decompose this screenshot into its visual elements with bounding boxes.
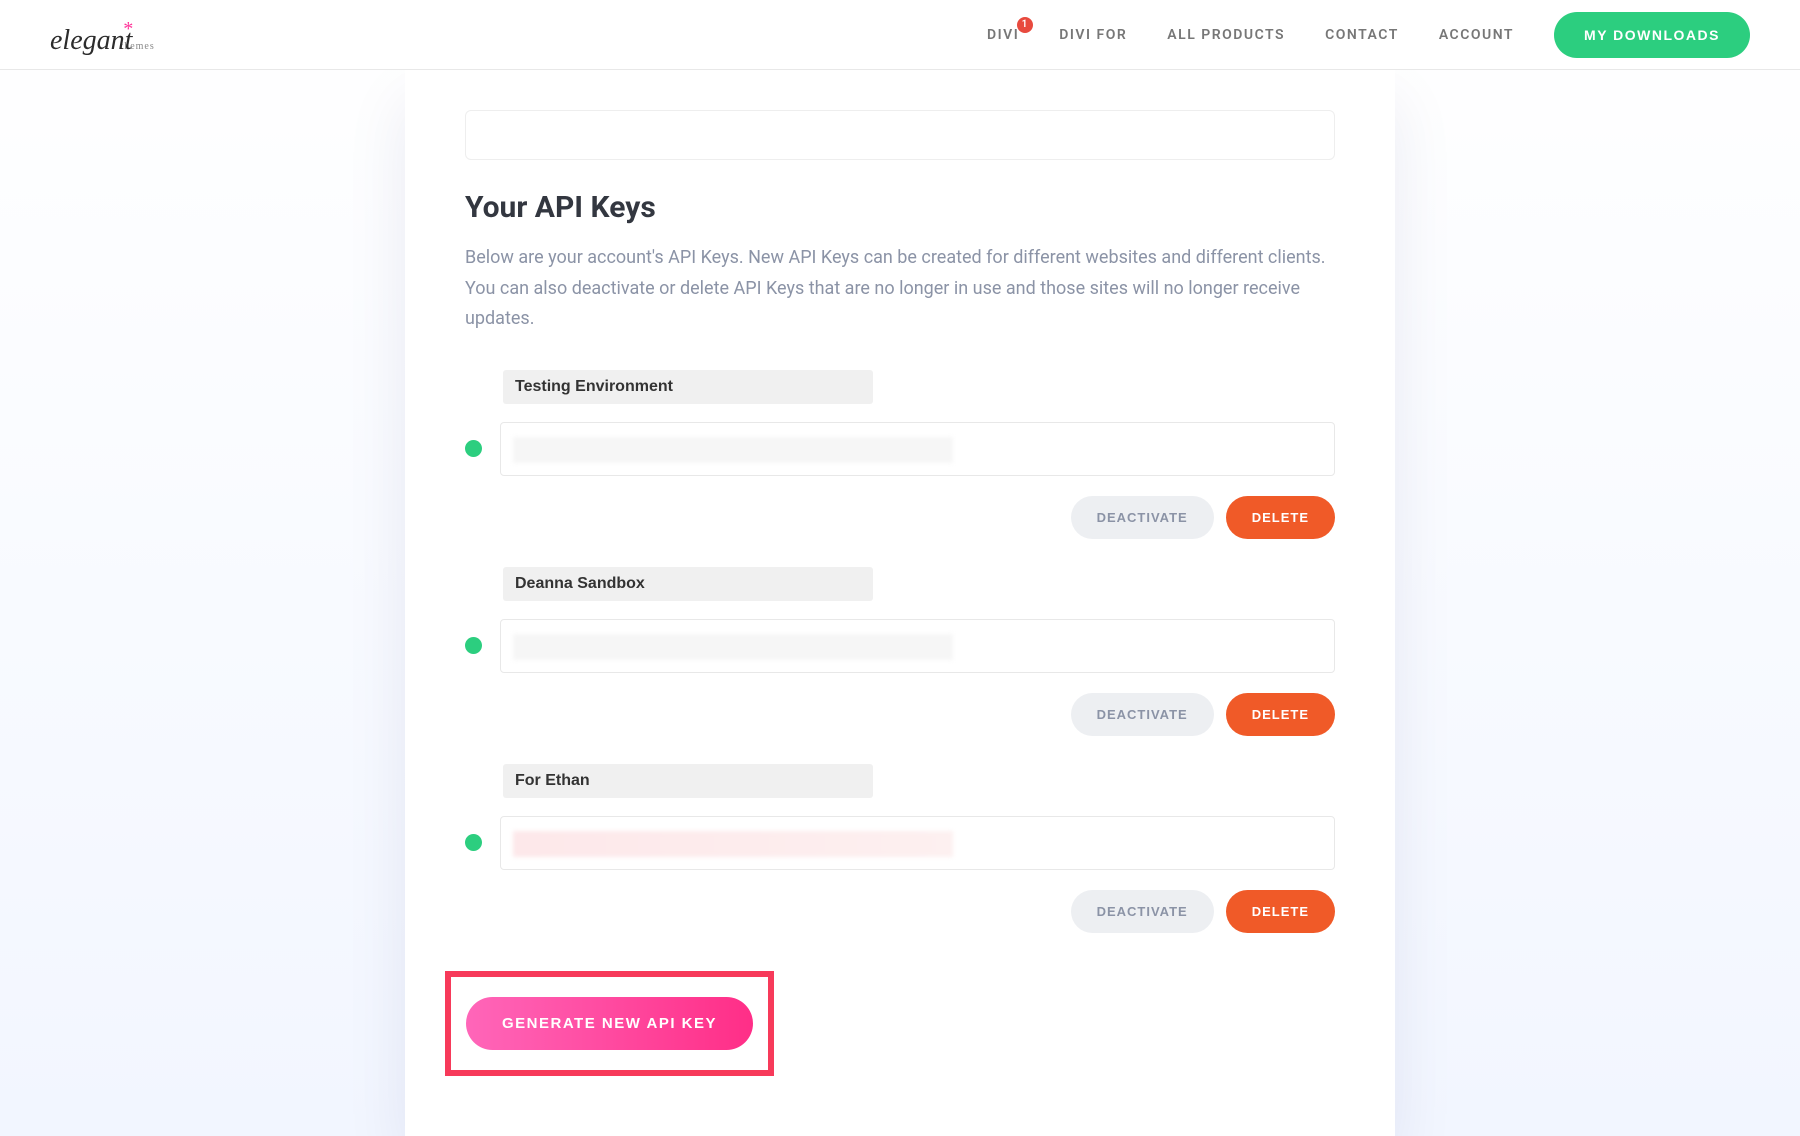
nav-divi[interactable]: DIVI 1 xyxy=(987,27,1019,43)
main-nav: DIVI 1 DIVI FOR ALL PRODUCTS CONTACT ACC… xyxy=(987,12,1750,58)
generate-new-api-key-button[interactable]: GENERATE NEW API KEY xyxy=(466,997,753,1050)
key-actions: DEACTIVATE DELETE xyxy=(503,693,1335,736)
key-actions: DEACTIVATE DELETE xyxy=(503,496,1335,539)
api-key-name-input[interactable] xyxy=(503,370,873,404)
key-actions: DEACTIVATE DELETE xyxy=(503,890,1335,933)
delete-button[interactable]: DELETE xyxy=(1226,890,1335,933)
redacted-key xyxy=(513,634,953,660)
api-key-block: DEACTIVATE DELETE xyxy=(465,764,1335,933)
status-active-icon xyxy=(465,834,482,851)
nav-label: DIVI xyxy=(987,27,1019,43)
highlight-annotation: GENERATE NEW API KEY xyxy=(445,971,774,1076)
deactivate-button[interactable]: DEACTIVATE xyxy=(1071,496,1214,539)
notification-badge: 1 xyxy=(1017,17,1033,33)
section-description: Below are your account's API Keys. New A… xyxy=(465,243,1335,335)
nav-divi-for[interactable]: DIVI FOR xyxy=(1059,27,1127,43)
prior-field-box xyxy=(465,110,1335,160)
delete-button[interactable]: DELETE xyxy=(1226,496,1335,539)
api-key-row xyxy=(465,422,1335,476)
deactivate-button[interactable]: DEACTIVATE xyxy=(1071,693,1214,736)
nav-contact[interactable]: CONTACT xyxy=(1325,27,1399,43)
logo-main-text: elegan xyxy=(50,25,125,56)
api-key-value-field[interactable] xyxy=(500,816,1335,870)
asterisk-icon: * xyxy=(122,18,132,40)
redacted-key xyxy=(513,437,953,463)
nav-account[interactable]: ACCOUNT xyxy=(1439,27,1514,43)
logo[interactable]: elegant* themes xyxy=(50,13,155,57)
status-active-icon xyxy=(465,637,482,654)
api-key-block: DEACTIVATE DELETE xyxy=(465,567,1335,736)
site-header: elegant* themes DIVI 1 DIVI FOR ALL PROD… xyxy=(0,0,1800,70)
section-title: Your API Keys xyxy=(465,190,1335,225)
delete-button[interactable]: DELETE xyxy=(1226,693,1335,736)
nav-all-products[interactable]: ALL PRODUCTS xyxy=(1167,27,1285,43)
api-key-value-field[interactable] xyxy=(500,422,1335,476)
my-downloads-button[interactable]: MY DOWNLOADS xyxy=(1554,12,1750,58)
api-key-block: DEACTIVATE DELETE xyxy=(465,370,1335,539)
content-card: Your API Keys Below are your account's A… xyxy=(405,70,1395,1136)
api-key-row xyxy=(465,816,1335,870)
api-key-name-input[interactable] xyxy=(503,764,873,798)
status-active-icon xyxy=(465,440,482,457)
api-key-row xyxy=(465,619,1335,673)
redacted-key xyxy=(513,831,953,857)
main-container: Your API Keys Below are your account's A… xyxy=(0,70,1800,1136)
api-key-value-field[interactable] xyxy=(500,619,1335,673)
deactivate-button[interactable]: DEACTIVATE xyxy=(1071,890,1214,933)
api-key-name-input[interactable] xyxy=(503,567,873,601)
